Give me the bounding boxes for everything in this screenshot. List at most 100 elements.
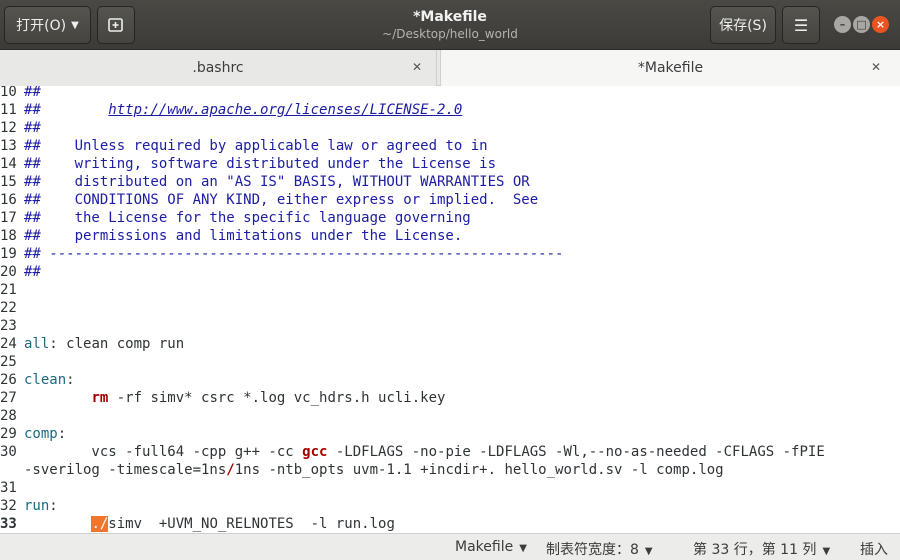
new-document-button[interactable] [97,6,135,44]
code-token: : [49,498,58,514]
cursor-position-label: 第 33 行，第 11 列 [693,542,817,558]
code-token: vcs -full64 -cpp g++ -cc [24,444,303,460]
hamburger-icon: ☰ [793,15,809,35]
line-code: run: [24,497,58,515]
tab-label: *Makefile [637,60,704,76]
status-bar: Makefile ▼ 制表符宽度：8 ▼ 第 33 行，第 11 列 ▼ 插入 [0,533,900,560]
code-token: ## [24,102,109,118]
maximize-icon: □ [856,18,867,31]
line-number: 21 [0,282,17,298]
chevron-down-icon: ▼ [519,543,527,554]
line-number: 11 [0,102,17,118]
tab-width-label: 制表符宽度：8 [546,542,639,558]
chevron-down-icon: ▼ [644,546,653,557]
close-tab-icon[interactable]: ✕ [412,60,422,74]
line-number: 22 [0,300,17,316]
minimize-button[interactable]: – [834,16,851,33]
tab-width-selector[interactable]: 制表符宽度：8 ▼ [546,539,653,559]
code-token: rm [91,390,109,406]
line-number: 33 [0,516,17,532]
code-token: http://www.apache.org/licenses/LICENSE-2… [108,102,463,118]
window-subtitle: ~/Desktop/hello_world [382,27,518,41]
code-token: -rf simv* csrc *.log vc_hdrs.h ucli.key [108,390,446,406]
code-token: ## permissions and limitations under the… [24,228,463,244]
tab-makefile[interactable]: *Makefile ✕ [440,50,900,86]
chevron-down-icon: ▼ [71,19,79,31]
close-icon: × [875,18,886,31]
code-token: ## [24,264,41,280]
header-bar: 打开(O) ▼ *Makefile ~/Desktop/hello_world … [0,0,900,50]
code-token: comp [24,426,58,442]
line-code: comp: [24,425,66,443]
line-code: ## distributed on an "AS IS" BASIS, WITH… [24,173,530,191]
hamburger-menu-button[interactable]: ☰ [782,6,820,44]
code-token: ./ [91,516,109,532]
save-button-label: 保存(S) [719,18,767,34]
tab-bar: .bashrc ✕ *Makefile ✕ [0,50,900,86]
line-number: 19 [0,246,17,262]
code-token: run [24,498,50,514]
tab-bashrc[interactable]: .bashrc ✕ [0,50,437,86]
code-token: ## writing, software distributed under t… [24,156,497,172]
save-button[interactable]: 保存(S) [710,6,776,44]
line-number: 17 [0,210,17,226]
line-code: ./simv +UVM_NO_RELNOTES -l run.log [24,515,395,533]
code-token: all [24,336,50,352]
code-token: ## CONDITIONS OF ANY KIND, either expres… [24,192,539,208]
insert-mode-indicator: 插入 [860,539,888,559]
line-code: -sverilog -timescale=1ns/1ns -ntb_opts u… [24,461,724,479]
code-token: clean [24,372,67,388]
line-code: ## [24,119,41,137]
close-window-button[interactable]: × [872,16,889,33]
line-number: 18 [0,228,17,244]
language-label: Makefile [455,539,514,555]
open-button[interactable]: 打开(O) ▼ [4,6,91,44]
line-number: 28 [0,408,17,424]
close-tab-icon[interactable]: ✕ [871,60,881,74]
code-token: ## -------------------------------------… [24,246,564,262]
code-token: simv +UVM_NO_RELNOTES -l run.log [108,516,395,532]
cursor-position-selector[interactable]: 第 33 行，第 11 列 ▼ [693,539,830,559]
line-code: ## Unless required by applicable law or … [24,137,488,155]
tab-label: .bashrc [192,60,244,76]
line-code: ## [24,86,41,101]
code-token: -sverilog -timescale=1ns [24,462,227,478]
language-selector[interactable]: Makefile ▼ [455,539,527,555]
line-code: ## the License for the specific language… [24,209,471,227]
line-code: ## permissions and limitations under the… [24,227,462,245]
code-token: gcc [302,444,328,460]
line-number: 26 [0,372,17,388]
code-token: : [57,426,67,442]
line-number: 31 [0,480,17,496]
line-code: ## writing, software distributed under t… [24,155,496,173]
line-number: 24 [0,336,17,352]
code-token: ## distributed on an "AS IS" BASIS, WITH… [24,174,530,190]
line-number: 10 [0,86,17,100]
text-editor[interactable]: 10 ## 11 ## http://www.apache.org/licenses/… [0,86,900,533]
line-number: 25 [0,354,17,370]
line-code: rm -rf simv* csrc *.log vc_hdrs.h ucli.k… [24,389,445,407]
line-code: clean: [24,371,75,389]
window-title: *Makefile [413,9,487,25]
line-code: vcs -full64 -cpp g++ -cc gcc -LDFLAGS -n… [24,443,825,461]
code-token: ## the License for the specific language… [24,210,471,226]
new-document-icon [108,18,123,32]
maximize-button[interactable]: □ [853,16,870,33]
code-token: ## [24,86,41,100]
line-number: 30 [0,444,17,460]
code-token: ## Unless required by applicable law or … [24,138,488,154]
line-code: ## [24,263,41,281]
code-token: -LDFLAGS -no-pie -LDFLAGS -Wl,--no-as-ne… [327,444,825,460]
code-token: : [66,372,75,388]
line-code: ## CONDITIONS OF ANY KIND, either expres… [24,191,538,209]
line-number: 12 [0,120,17,136]
window-title-block: *Makefile ~/Desktop/hello_world [300,8,600,42]
line-number: 32 [0,498,17,514]
line-code: ## -------------------------------------… [24,245,563,263]
chevron-down-icon: ▼ [822,546,831,557]
line-code: all: clean comp run [24,335,184,353]
line-number: 29 [0,426,17,442]
line-number: 13 [0,138,17,154]
